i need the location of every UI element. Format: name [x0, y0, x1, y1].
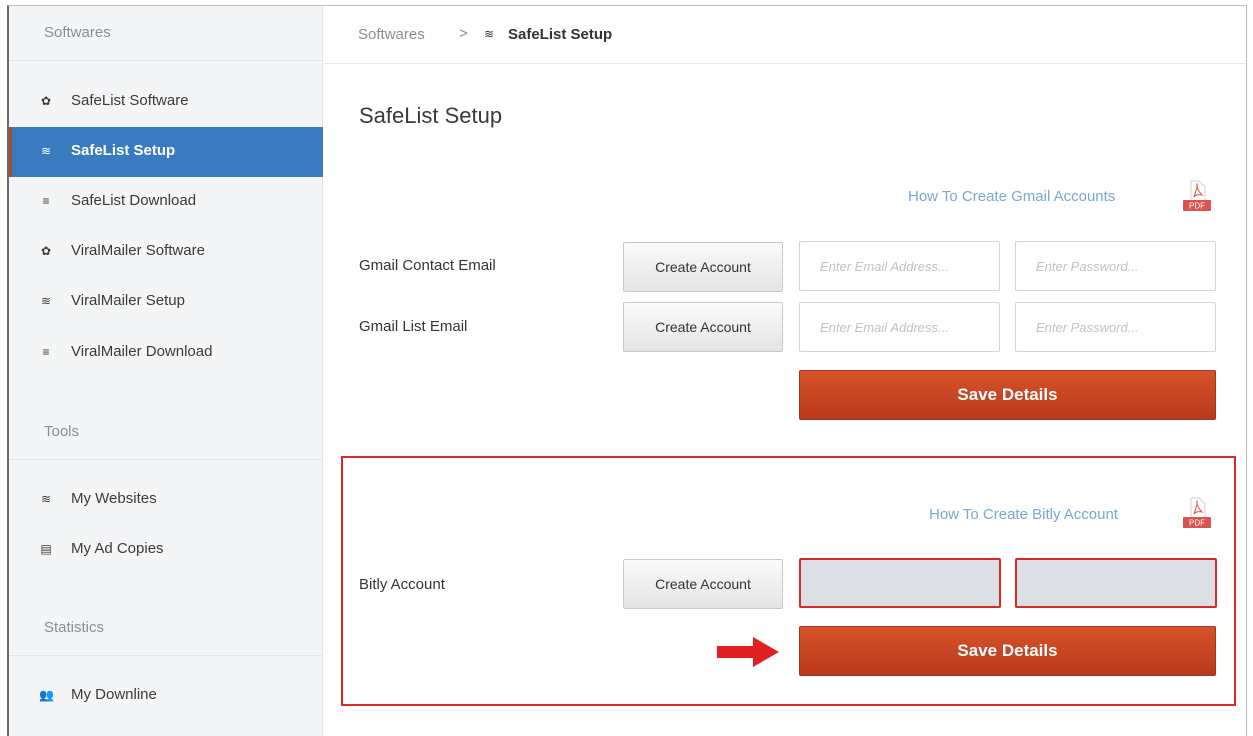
sidebar-item-safelist-download[interactable]: ≡ SafeList Download	[9, 177, 323, 227]
red-arrow-icon	[717, 637, 779, 667]
sidebar-item-my-websites[interactable]: ≋ My Websites	[9, 475, 323, 525]
sidebar-item-viralmailer-setup[interactable]: ≋ ViralMailer Setup	[9, 277, 323, 327]
gmail-contact-email-input[interactable]	[799, 241, 1000, 291]
sidebar-section-title: Softwares	[44, 24, 111, 41]
sidebar-item-label: SafeList Software	[71, 92, 189, 109]
pdf-badge-text: PDF	[1189, 202, 1205, 211]
bitly-help-link[interactable]: How To Create Bitly Account	[929, 506, 1118, 523]
pdf-icon[interactable]: PDF	[1182, 495, 1212, 529]
sidebar-item-label: ViralMailer Setup	[71, 292, 185, 309]
sidebar-section-title: Tools	[44, 423, 80, 440]
breadcrumb-current: SafeList Setup	[508, 26, 613, 43]
sidebar-item-label: SafeList Setup	[71, 142, 176, 159]
pdf-badge-text: PDF	[1189, 519, 1205, 528]
download-icon: ≡	[42, 194, 50, 208]
gmail-help-link[interactable]: How To Create Gmail Accounts	[908, 188, 1115, 205]
gmail-list-password-input[interactable]	[1015, 302, 1216, 352]
layers-icon: ≋	[484, 27, 495, 41]
gmail-contact-password-input[interactable]	[1015, 241, 1216, 291]
sidebar-section-statistics: Statistics	[9, 601, 323, 656]
layers-icon: ≋	[40, 492, 52, 506]
create-gmail-list-account-button[interactable]: Create Account	[623, 302, 783, 352]
sidebar: Softwares ✿ SafeList Software ≋ SafeList…	[9, 6, 323, 736]
sidebar-item-label: My Downline	[71, 686, 157, 703]
sidebar-item-safelist-setup[interactable]: ≋ SafeList Setup	[9, 127, 323, 177]
sidebar-item-label: My Websites	[71, 490, 157, 507]
gmail-list-email-label: Gmail List Email	[359, 318, 468, 335]
list-icon: ▤	[40, 542, 52, 556]
breadcrumb-separator: >	[459, 25, 468, 42]
bitly-api-key-input[interactable]	[1015, 558, 1217, 608]
sidebar-item-viralmailer-download[interactable]: ≡ ViralMailer Download	[9, 328, 323, 378]
create-bitly-account-button[interactable]: Create Account	[623, 559, 783, 609]
sidebar-item-safelist-software[interactable]: ✿ SafeList Software	[9, 77, 323, 127]
sidebar-item-label: My Ad Copies	[71, 540, 164, 557]
sidebar-item-label: ViralMailer Software	[71, 242, 205, 259]
sidebar-section-title: Statistics	[44, 619, 105, 636]
sidebar-item-my-downline[interactable]: 👥 My Downline	[9, 671, 323, 721]
page-title: SafeList Setup	[359, 103, 503, 128]
gmail-contact-email-label: Gmail Contact Email	[359, 257, 496, 274]
sidebar-item-viralmailer-software[interactable]: ✿ ViralMailer Software	[9, 227, 323, 277]
pdf-icon[interactable]: PDF	[1182, 178, 1212, 212]
gmail-save-details-button[interactable]: Save Details	[799, 370, 1216, 420]
create-gmail-contact-account-button[interactable]: Create Account	[623, 242, 783, 292]
users-icon: 👥	[39, 688, 54, 702]
gear-icon: ✿	[40, 94, 52, 108]
breadcrumb-root-link[interactable]: Softwares	[358, 26, 425, 43]
gear-icon: ✿	[40, 244, 52, 258]
layers-icon: ≋	[40, 144, 52, 158]
download-icon: ≡	[42, 345, 50, 359]
sidebar-item-label: SafeList Download	[71, 192, 197, 209]
sidebar-section-softwares: Softwares	[9, 6, 323, 61]
gmail-list-email-input[interactable]	[799, 302, 1000, 352]
bitly-username-input[interactable]	[799, 558, 1001, 608]
bitly-save-details-button[interactable]: Save Details	[799, 626, 1216, 676]
layers-icon: ≋	[40, 294, 52, 308]
sidebar-item-my-ad-copies[interactable]: ▤ My Ad Copies	[9, 525, 323, 575]
bitly-account-label: Bitly Account	[359, 576, 445, 593]
sidebar-section-tools: Tools	[9, 405, 323, 460]
breadcrumb: Softwares > ≋ SafeList Setup	[324, 6, 1246, 64]
sidebar-item-label: ViralMailer Download	[71, 343, 213, 360]
